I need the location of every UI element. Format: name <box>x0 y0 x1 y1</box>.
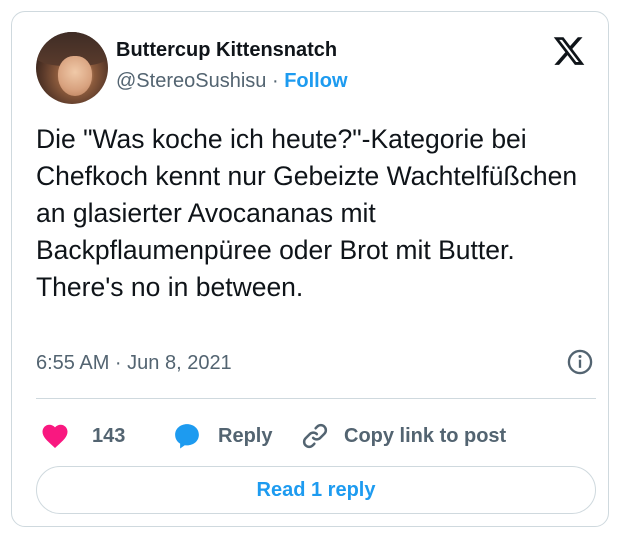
divider <box>36 398 596 399</box>
like-button[interactable]: 143 <box>40 418 125 454</box>
handle-separator: · <box>271 70 279 92</box>
like-count: 143 <box>92 424 126 447</box>
x-logo-icon[interactable] <box>552 34 586 68</box>
avatar[interactable] <box>36 32 108 104</box>
tweet-text: Die "Was koche ich heute?"-Kategorie bei… <box>36 124 578 302</box>
heart-icon <box>42 424 68 448</box>
author-handle[interactable]: @StereoSushisu <box>116 70 266 92</box>
author-handle-row: @StereoSushisu · Follow <box>116 70 348 93</box>
tweet-meta: 6:55 AM · Jun 8, 2021 <box>36 348 596 378</box>
reply-bubble-icon <box>175 424 199 449</box>
action-bar: 143 Reply Copy link to post <box>36 418 596 454</box>
info-icon[interactable] <box>566 348 594 376</box>
tweet-timestamp[interactable]: 6:55 AM · Jun 8, 2021 <box>36 352 232 375</box>
author-name[interactable]: Buttercup Kittensnatch <box>116 39 337 62</box>
follow-link[interactable]: Follow <box>284 70 347 92</box>
avatar-face <box>58 56 92 96</box>
link-icon <box>302 423 328 449</box>
reply-label: Reply <box>218 424 273 447</box>
reply-button[interactable]: Reply <box>172 418 272 454</box>
read-replies-button[interactable]: Read 1 reply <box>36 466 596 514</box>
tweet-card: Buttercup Kittensnatch @StereoSushisu · … <box>11 11 609 527</box>
copy-link-label: Copy link to post <box>344 424 507 447</box>
copy-link-button[interactable]: Copy link to post <box>300 418 506 454</box>
